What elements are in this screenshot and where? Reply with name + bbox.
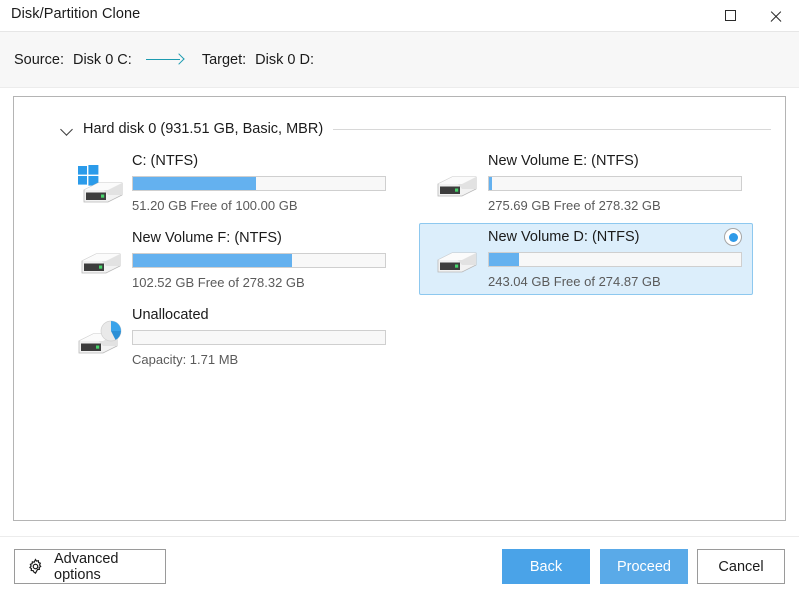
windows-drive-icon: [74, 164, 126, 206]
advanced-options-button[interactable]: Advanced options: [14, 549, 166, 584]
target-label: Target:: [201, 51, 247, 68]
disk-group-title: Hard disk 0 (931.51 GB, Basic, MBR): [83, 121, 324, 137]
partition-name: New Volume D: (NTFS): [488, 229, 640, 245]
back-button[interactable]: Back: [502, 549, 590, 584]
source-target-bar: Source: Disk 0 C: Target: Disk 0 D:: [0, 32, 799, 88]
header-divider: [333, 128, 771, 130]
disk-list-panel: Hard disk 0 (931.51 GB, Basic, MBR) C: (…: [13, 96, 786, 521]
usage-bar: [488, 176, 742, 191]
usage-bar: [132, 330, 386, 345]
maximize-button[interactable]: [707, 0, 753, 31]
gear-icon: [27, 558, 44, 575]
partition-capacity: 243.04 GB Free of 274.87 GB: [488, 274, 661, 289]
window-title: Disk/Partition Clone: [11, 6, 141, 22]
usage-bar-fill: [133, 177, 257, 190]
partition-capacity: Capacity: 1.71 MB: [132, 352, 239, 367]
usage-bar: [132, 253, 386, 268]
proceed-button[interactable]: Proceed: [600, 549, 688, 584]
target-value: Disk 0 D:: [255, 51, 314, 68]
partition-item-d[interactable]: New Volume D: (NTFS) 243.04 GB Free of 2…: [419, 223, 753, 295]
partition-name: New Volume F: (NTFS): [132, 230, 282, 246]
drive-icon: [430, 164, 482, 206]
maximize-icon: [724, 10, 736, 21]
partition-capacity: 51.20 GB Free of 100.00 GB: [132, 198, 298, 213]
partition-item-e[interactable]: New Volume E: (NTFS) 275.69 GB Free of 2…: [419, 150, 753, 216]
partition-capacity: 102.52 GB Free of 278.32 GB: [132, 275, 305, 290]
close-icon: [769, 9, 783, 23]
drive-icon: [430, 240, 482, 282]
usage-bar-fill: [489, 177, 492, 190]
proceed-label: Proceed: [616, 558, 671, 575]
chevron-down-icon[interactable]: [61, 123, 74, 136]
partition-name: Unallocated: [132, 307, 209, 323]
usage-bar: [132, 176, 386, 191]
cancel-label: Cancel: [718, 558, 764, 575]
disk-group-header[interactable]: Hard disk 0 (931.51 GB, Basic, MBR): [61, 119, 771, 139]
partition-item-c[interactable]: C: (NTFS) 51.20 GB Free of 100.00 GB: [63, 150, 397, 216]
arrow-right-icon: [145, 53, 188, 67]
usage-bar-fill: [489, 253, 520, 266]
partition-item-unallocated[interactable]: Unallocated Capacity: 1.71 MB: [63, 304, 397, 370]
drive-icon: [74, 241, 126, 283]
usage-bar-fill: [133, 254, 292, 267]
partition-name: New Volume E: (NTFS): [488, 153, 639, 169]
advanced-options-label: Advanced options: [54, 550, 119, 583]
partition-radio-selected[interactable]: [724, 228, 742, 246]
partition-name: C: (NTFS): [132, 153, 199, 169]
source-value: Disk 0 C:: [72, 51, 132, 68]
partition-capacity: 275.69 GB Free of 278.32 GB: [488, 198, 661, 213]
usage-bar: [488, 252, 742, 267]
unallocated-drive-icon: [74, 318, 126, 360]
source-label: Source:: [14, 51, 64, 68]
title-bar: Disk/Partition Clone: [0, 0, 799, 32]
footer-bar: Advanced options Back Proceed Cancel: [0, 537, 799, 597]
back-label: Back: [529, 558, 563, 575]
partition-item-f[interactable]: New Volume F: (NTFS) 102.52 GB Free of 2…: [63, 227, 397, 293]
close-button[interactable]: [753, 0, 799, 31]
cancel-button[interactable]: Cancel: [697, 549, 785, 584]
